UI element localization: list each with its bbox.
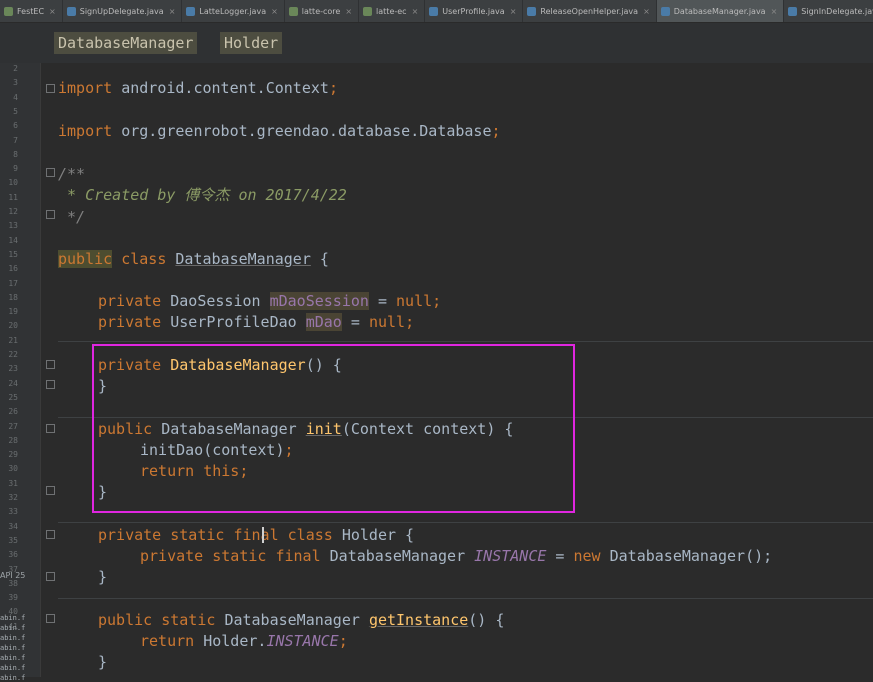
side-panel-item[interactable]: abin.f [0, 644, 25, 652]
fold-marker-icon[interactable] [46, 530, 55, 539]
code-line: private UserProfileDao mDao = null; [98, 313, 415, 331]
fold-marker-icon[interactable] [46, 210, 55, 219]
code-line: private static final class Holder { [98, 526, 415, 544]
code-line: return Holder.INSTANCE; [140, 632, 348, 650]
code-line: import org.greenrobot.greendao.database.… [58, 122, 501, 140]
code-comment: */ [58, 208, 86, 226]
side-panel-item[interactable]: abin.f [0, 624, 25, 632]
api-level-label: API 25 [0, 571, 26, 580]
highlight-annotation-box [92, 344, 575, 513]
code-line: public static DatabaseManager getInstanc… [98, 611, 505, 629]
side-panel-item[interactable]: abin.f [0, 634, 25, 642]
method-separator [58, 522, 873, 523]
side-panel-item[interactable]: abin.f [0, 614, 25, 622]
text-cursor [262, 527, 264, 543]
code-line: private static final DatabaseManager INS… [140, 547, 773, 565]
method-separator [58, 341, 873, 342]
method-separator [58, 598, 873, 599]
code-line: } [98, 568, 108, 586]
code-line: private DaoSession mDaoSession = null; [98, 292, 442, 310]
code-comment: * Created by 傅令杰 on 2017/4/22 [58, 186, 347, 204]
code-line: } [98, 653, 108, 671]
code-line: import android.content.Context; [58, 79, 338, 97]
code-editor[interactable]: import android.content.Context; import o… [0, 0, 873, 677]
side-panel-item[interactable]: abin.f [0, 654, 25, 662]
fold-marker-icon[interactable] [46, 572, 55, 581]
fold-marker-icon[interactable] [46, 360, 55, 369]
fold-marker-icon[interactable] [46, 614, 55, 623]
fold-marker-icon[interactable] [46, 424, 55, 433]
fold-marker-icon[interactable] [46, 84, 55, 93]
side-panel-item[interactable]: abin.f [0, 674, 25, 682]
fold-marker-icon[interactable] [46, 380, 55, 389]
code-line: public class DatabaseManager { [58, 250, 329, 268]
side-panel-item[interactable]: abin.f [0, 664, 25, 672]
fold-marker-icon[interactable] [46, 486, 55, 495]
code-comment: /** [58, 165, 86, 183]
fold-marker-icon[interactable] [46, 168, 55, 177]
